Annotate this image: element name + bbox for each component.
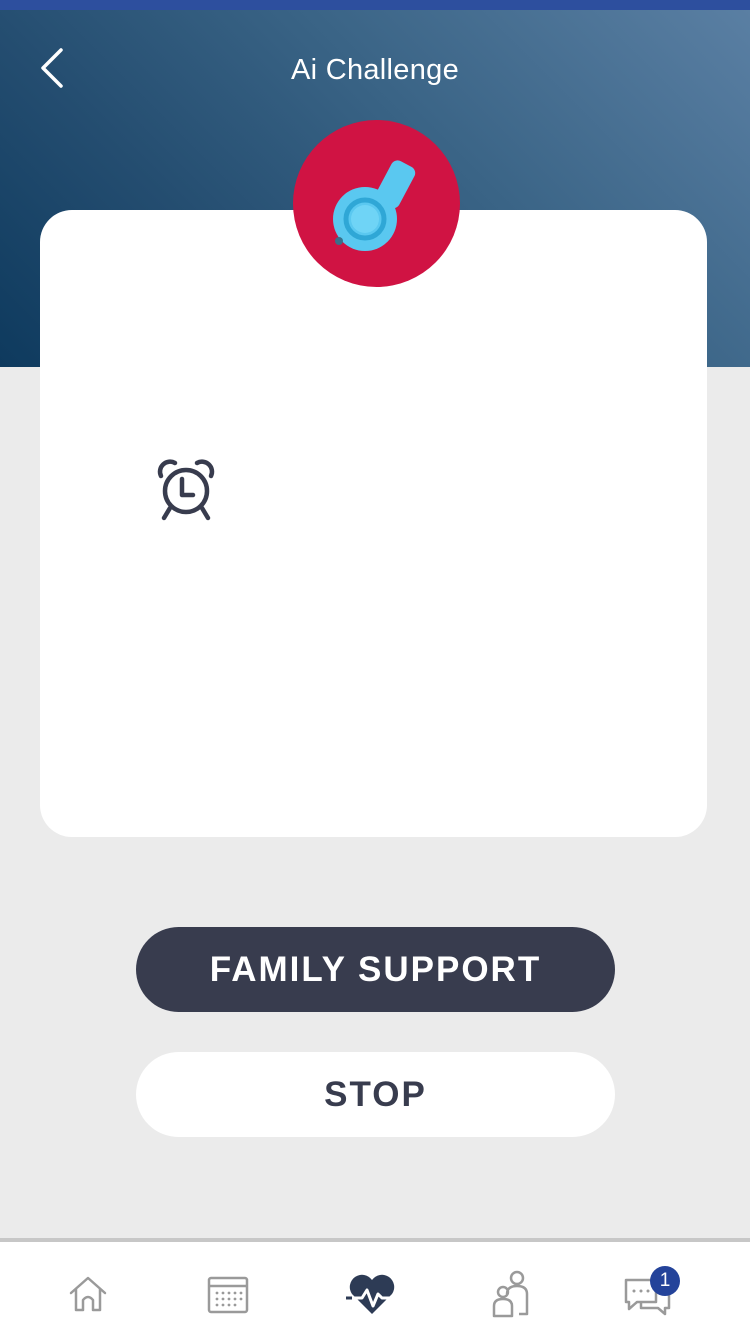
alarm-clock-icon [157,459,215,521]
page-title: Ai Challenge [290,54,460,86]
bottom-tab-bar: 1 [0,1238,750,1334]
tab-home[interactable] [58,1268,118,1320]
challenge-card [40,210,707,837]
whistle-icon [332,159,415,251]
notification-badge: 1 [650,1266,680,1296]
top-status-strip [0,0,750,10]
home-icon [69,1276,107,1312]
challenge-badge [293,120,460,287]
family-support-button[interactable]: FAMILY SUPPORT [136,927,615,1012]
tab-health[interactable] [342,1268,402,1320]
heartbeat-icon [346,1274,398,1314]
tab-family[interactable] [480,1268,540,1320]
tab-calendar[interactable] [198,1268,258,1320]
family-icon [492,1270,529,1318]
calendar-icon [207,1276,249,1314]
stop-button[interactable]: STOP [136,1052,615,1137]
